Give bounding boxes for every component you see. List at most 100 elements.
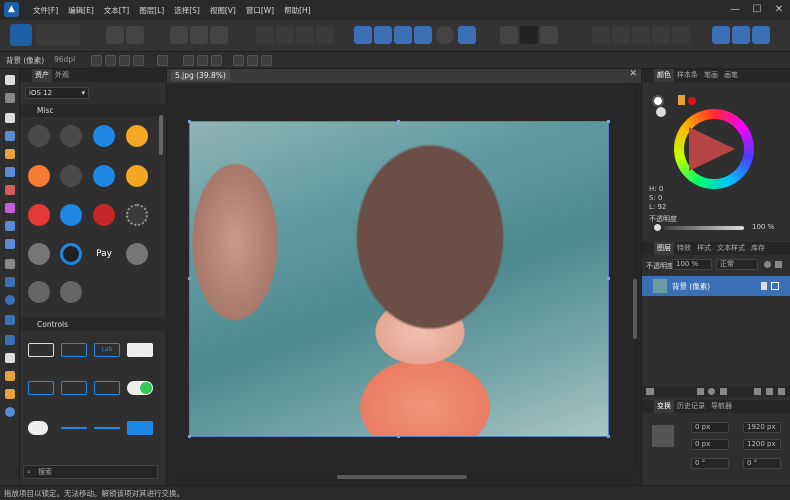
- pen-tool-icon[interactable]: [5, 149, 15, 159]
- ctx-option-icon-3[interactable]: [119, 55, 130, 66]
- menu-edit[interactable]: 编辑[E]: [63, 0, 99, 20]
- selection-handle[interactable]: [397, 435, 400, 438]
- tab-styles[interactable]: 样式: [694, 242, 714, 255]
- tab-brushes[interactable]: 画笔: [721, 69, 741, 82]
- menu-view[interactable]: 视图[V]: [205, 0, 241, 20]
- maximize-button[interactable]: ☐: [746, 0, 768, 20]
- align-middle-icon[interactable]: [247, 55, 258, 66]
- transform-w-field[interactable]: 1920 px: [743, 422, 781, 433]
- stroke-color-swatch[interactable]: [656, 107, 666, 117]
- magnet-icon[interactable]: [540, 26, 558, 44]
- hand-tool-icon[interactable]: [5, 389, 15, 399]
- insert-target-below-icon[interactable]: [752, 26, 770, 44]
- grid-icon[interactable]: [500, 26, 518, 44]
- tab-appearance[interactable]: 外观: [52, 69, 72, 82]
- asset-archive-icon[interactable]: [60, 204, 82, 226]
- asset-avatar-icon[interactable]: [28, 243, 50, 265]
- assets-icon[interactable]: [106, 26, 124, 44]
- align-center-icon[interactable]: [197, 55, 208, 66]
- pencil-tool-icon[interactable]: [5, 167, 15, 177]
- align-icon[interactable]: [458, 26, 476, 44]
- align-right-icon[interactable]: [211, 55, 222, 66]
- adjustment-icon[interactable]: [708, 388, 715, 395]
- control-slider-1[interactable]: [61, 427, 87, 429]
- lock-icon[interactable]: [775, 261, 782, 268]
- asset-spinner-icon[interactable]: [126, 204, 148, 226]
- asset-wallet-icon[interactable]: [126, 125, 148, 147]
- selection-handle[interactable]: [607, 120, 610, 123]
- add-layer-icon[interactable]: [754, 388, 761, 395]
- selection-handle[interactable]: [188, 120, 191, 123]
- control-field-3[interactable]: [94, 381, 120, 395]
- control-button-blue[interactable]: [127, 421, 153, 435]
- control-field-1[interactable]: [28, 381, 54, 395]
- transform-rotation-field[interactable]: 0 °: [691, 458, 729, 469]
- eyedropper-icon[interactable]: [678, 95, 685, 105]
- group-layer-icon[interactable]: [766, 388, 773, 395]
- asset-contact-icon[interactable]: [126, 243, 148, 265]
- designer-persona-icon[interactable]: [10, 24, 32, 46]
- selection-handle[interactable]: [607, 277, 610, 280]
- tab-color[interactable]: 颜色: [654, 69, 674, 82]
- tab-text-styles[interactable]: 文本样式: [714, 242, 748, 255]
- asset-trash-icon[interactable]: [28, 204, 50, 226]
- layers-stack-icon[interactable]: [646, 388, 654, 395]
- boolean-subtract-icon[interactable]: [276, 26, 294, 44]
- layer-visibility-checkbox[interactable]: [771, 282, 779, 290]
- tab-effects[interactable]: 特效: [674, 242, 694, 255]
- control-toggle[interactable]: [127, 381, 153, 395]
- layer-row-background[interactable]: 背景 (像素): [642, 276, 790, 296]
- export-persona-icon[interactable]: [58, 24, 80, 46]
- align-top-icon[interactable]: [233, 55, 244, 66]
- ctx-option-icon-4[interactable]: [133, 55, 144, 66]
- arrange-backward-icon[interactable]: [632, 26, 650, 44]
- control-field-2[interactable]: [61, 381, 87, 395]
- menu-file[interactable]: 文件[F]: [28, 0, 63, 20]
- pixel-persona-icon[interactable]: [36, 24, 58, 46]
- boolean-intersect-icon[interactable]: [296, 26, 314, 44]
- text-tool-icon[interactable]: [5, 353, 15, 363]
- section-misc[interactable]: Misc: [20, 104, 167, 117]
- arrange-forward-icon[interactable]: [612, 26, 630, 44]
- menu-window[interactable]: 窗口[W]: [241, 0, 279, 20]
- transform-shear-field[interactable]: 0 °: [743, 458, 781, 469]
- settings-icon[interactable]: [764, 261, 771, 268]
- asset-speaker-icon[interactable]: [60, 165, 82, 187]
- asset-record-icon[interactable]: [60, 243, 82, 265]
- rotate-left-icon[interactable]: [394, 26, 412, 44]
- transform-x-field[interactable]: 0 px: [691, 422, 729, 433]
- opacity-slider[interactable]: [664, 226, 744, 230]
- color-triangle[interactable]: [689, 127, 735, 171]
- menu-help[interactable]: 帮助[H]: [279, 0, 316, 20]
- tab-swatches[interactable]: 样本条: [674, 69, 701, 82]
- arrange-back-icon[interactable]: [652, 26, 670, 44]
- ctx-option-icon-5[interactable]: [157, 55, 168, 66]
- point-transform-tool-icon[interactable]: [5, 131, 15, 141]
- control-label-field[interactable]: Lab: [94, 343, 120, 357]
- menu-select[interactable]: 选择[S]: [169, 0, 205, 20]
- transparency-tool-icon[interactable]: [5, 221, 15, 231]
- opacity-value[interactable]: 100 %: [752, 223, 774, 231]
- ctx-option-icon-1[interactable]: [91, 55, 102, 66]
- control-button-white[interactable]: [127, 343, 153, 357]
- zoom-tool-icon[interactable]: [5, 407, 15, 417]
- node-tool-icon[interactable]: [5, 113, 15, 123]
- ellipse-tool-icon[interactable]: [5, 295, 15, 305]
- control-input-white[interactable]: [28, 343, 54, 357]
- layer-lock-icon[interactable]: [761, 282, 767, 290]
- select-all-icon[interactable]: [170, 26, 188, 44]
- document-image[interactable]: [189, 121, 609, 437]
- artboard-tool-icon[interactable]: [5, 93, 15, 103]
- rectangle-tool-icon[interactable]: [5, 277, 15, 287]
- rounded-rectangle-tool-icon[interactable]: [5, 315, 15, 325]
- close-button[interactable]: ✕: [768, 0, 790, 20]
- asset-category-select[interactable]: iOS 12 ▾: [25, 87, 89, 99]
- layer-mask-icon[interactable]: [697, 388, 704, 395]
- asset-apple-pay-icon[interactable]: Pay: [93, 243, 115, 265]
- asset-contact-badge-icon[interactable]: [60, 281, 82, 303]
- brush-icon[interactable]: [126, 26, 144, 44]
- blend-mode-select[interactable]: 正常: [716, 259, 758, 270]
- vertical-scroll-thumb[interactable]: [633, 279, 637, 339]
- boolean-add-icon[interactable]: [256, 26, 274, 44]
- select-none-icon[interactable]: [190, 26, 208, 44]
